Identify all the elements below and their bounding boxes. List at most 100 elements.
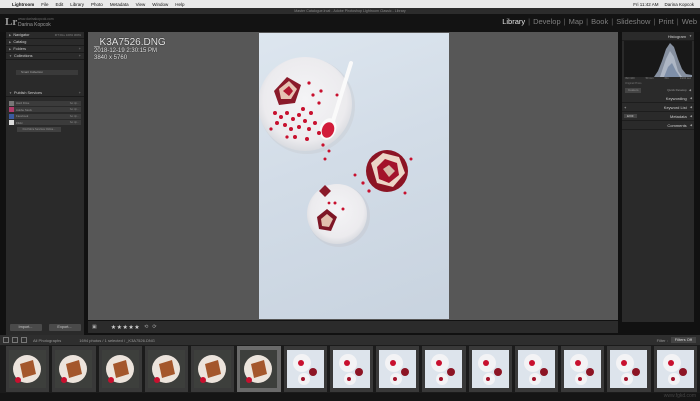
histogram-graph[interactable] — [624, 41, 692, 77]
module-develop[interactable]: Develop — [530, 17, 564, 26]
collections-list: Smart Collection — [6, 60, 84, 90]
disclosure-triangle-icon[interactable]: ◀ — [689, 88, 691, 92]
star-rating[interactable]: ★★★★★ — [111, 324, 140, 331]
find-more-services-button[interactable]: Find More Services Online... — [17, 126, 61, 132]
thumbnail-image — [425, 350, 463, 388]
metadata-preset-select[interactable]: EXIF — [624, 114, 637, 118]
secondary-window-icon[interactable] — [12, 337, 18, 343]
service-label: Flickr — [16, 120, 23, 125]
thumbnail-image — [101, 350, 139, 388]
filmstrip-thumbnail[interactable] — [52, 346, 96, 392]
filmstrip-thumbnail[interactable] — [329, 346, 374, 392]
add-service-icon[interactable]: + — [79, 91, 81, 95]
export-button[interactable]: Export... — [48, 324, 81, 331]
module-library[interactable]: Library — [499, 17, 528, 26]
main-photo[interactable] — [259, 33, 449, 319]
module-map[interactable]: Map — [566, 17, 587, 26]
photo-filename: _K3A7526.DNG — [94, 37, 166, 48]
menu-library[interactable]: Library — [70, 2, 84, 7]
primary-window-icon[interactable] — [3, 337, 9, 343]
thumbnail-image — [656, 350, 694, 388]
smart-collection-item[interactable]: Smart Collection — [16, 70, 78, 75]
menu-photo[interactable]: Photo — [91, 2, 103, 7]
filmstrip-thumbnail[interactable] — [191, 346, 235, 392]
rotate-left-icon[interactable]: ⟲ — [144, 324, 148, 330]
folders-header[interactable]: ▶ Folders + — [6, 46, 84, 53]
navigator-header[interactable]: ▶ Navigator FIT FILL 100% 300% — [6, 32, 84, 39]
filmstrip-source[interactable]: All Photographs — [33, 338, 61, 343]
service-label: Hard Drive — [16, 101, 30, 105]
filmstrip-thumbnail[interactable] — [6, 346, 50, 392]
disclosure-triangle-icon[interactable]: ▶ — [9, 40, 11, 44]
rotate-right-icon[interactable]: ⟳ — [152, 324, 156, 330]
catalog-header[interactable]: ▶ Catalog — [6, 39, 84, 46]
disclosure-triangle-icon[interactable]: ▶ — [9, 47, 11, 51]
add-collection-icon[interactable]: + — [79, 54, 81, 58]
filmstrip-thumbnail[interactable] — [98, 346, 142, 392]
import-button[interactable]: Import... — [9, 324, 42, 331]
service-setup-button[interactable]: Set Up... — [70, 108, 81, 111]
disclosure-triangle-icon[interactable]: ▼ — [9, 91, 12, 95]
filmstrip-thumbnail[interactable] — [607, 346, 651, 392]
add-keyword-icon[interactable]: + — [624, 105, 626, 110]
menu-file[interactable]: File — [41, 2, 48, 7]
loupe-view-icon[interactable]: ▣ — [92, 324, 97, 330]
identity-catalog-name: www.darinakopcok.com — [18, 17, 54, 21]
histogram-header[interactable]: Histogram ▼ — [622, 32, 694, 41]
navigator-zoom-options[interactable]: FIT FILL 100% 300% — [55, 33, 81, 37]
menubar-user[interactable]: Darina Kopcok — [664, 2, 694, 7]
filmstrip-thumbnail[interactable] — [144, 346, 189, 392]
quick-develop-row[interactable]: Custom Quick Develop ◀ — [622, 86, 694, 94]
service-setup-button[interactable]: Set Up... — [70, 121, 81, 124]
filmstrip-filter: Filter : Filters Off — [657, 337, 696, 343]
menu-view[interactable]: View — [136, 2, 146, 7]
publish-services-header[interactable]: ▼ Publish Services + — [6, 90, 84, 97]
menu-window[interactable]: Window — [152, 2, 168, 7]
module-print[interactable]: Print — [655, 17, 676, 26]
module-slideshow[interactable]: Slideshow — [613, 17, 653, 26]
exif-shutter: 1/200 sec — [679, 77, 691, 80]
collections-header[interactable]: ▼ Collections + — [6, 53, 84, 60]
add-folder-icon[interactable]: + — [79, 47, 81, 51]
photo-capture-date: 2018-12-19 2:30:15 PM — [94, 48, 158, 54]
keywording-header[interactable]: Keywording ◀ — [622, 94, 694, 103]
disclosure-triangle-icon[interactable]: ◀ — [690, 123, 692, 127]
filmstrip-thumbnail[interactable] — [514, 346, 559, 392]
filter-select[interactable]: Filters Off — [670, 337, 696, 343]
navigator-title: Navigator — [13, 33, 30, 37]
filmstrip-thumbnail[interactable] — [561, 346, 605, 392]
filmstrip-thumbnail[interactable] — [376, 346, 420, 392]
filmstrip-thumbnail[interactable] — [283, 346, 327, 392]
service-hard-drive[interactable]: Hard Drive Set Up... — [9, 100, 81, 106]
menu-help[interactable]: Help — [175, 2, 184, 7]
comments-header[interactable]: Comments ◀ — [622, 121, 694, 130]
menu-app-lightroom[interactable]: Lightroom — [12, 2, 34, 7]
loupe-view[interactable]: _K3A7526.DNG 2018-12-19 2:30:15 PM 3840 … — [88, 32, 618, 320]
module-web[interactable]: Web — [679, 17, 700, 26]
disclosure-triangle-icon[interactable]: ▼ — [9, 54, 12, 58]
metadata-header[interactable]: EXIF Metadata ◀ — [622, 112, 694, 121]
service-facebook[interactable]: Facebook Set Up... — [9, 113, 81, 119]
grid-view-icon[interactable] — [21, 337, 27, 343]
disclosure-triangle-icon[interactable]: ◀ — [690, 105, 692, 109]
service-adobe-stock[interactable]: Adobe Stock Set Up... — [9, 107, 81, 112]
menu-metadata[interactable]: Metadata — [110, 2, 129, 7]
service-flickr[interactable]: Flickr Set Up... — [9, 120, 81, 125]
disclosure-triangle-icon[interactable]: ◀ — [690, 96, 692, 100]
filmstrip-thumbnail[interactable] — [237, 346, 281, 392]
filmstrip-thumbnail[interactable] — [653, 346, 697, 392]
keyword-list-header[interactable]: + Keyword List ◀ — [622, 103, 694, 112]
module-book[interactable]: Book — [588, 17, 611, 26]
left-panel: ▶ Navigator FIT FILL 100% 300% ▶ Catalog… — [6, 32, 84, 335]
disclosure-triangle-icon[interactable]: ◀ — [690, 114, 692, 118]
disclosure-triangle-icon[interactable]: ▼ — [689, 34, 692, 38]
menu-edit[interactable]: Edit — [56, 2, 64, 7]
quick-develop-preset-select[interactable]: Custom — [625, 87, 642, 93]
service-setup-button[interactable]: Set Up... — [70, 102, 81, 105]
keyword-list-title: Keyword List — [663, 104, 687, 110]
service-setup-button[interactable]: Set Up... — [70, 115, 81, 118]
filmstrip-thumbnail[interactable] — [422, 346, 466, 392]
metadata-title: Metadata — [670, 113, 687, 119]
disclosure-triangle-icon[interactable]: ▶ — [9, 33, 11, 37]
filmstrip-thumbnail[interactable] — [468, 346, 512, 392]
